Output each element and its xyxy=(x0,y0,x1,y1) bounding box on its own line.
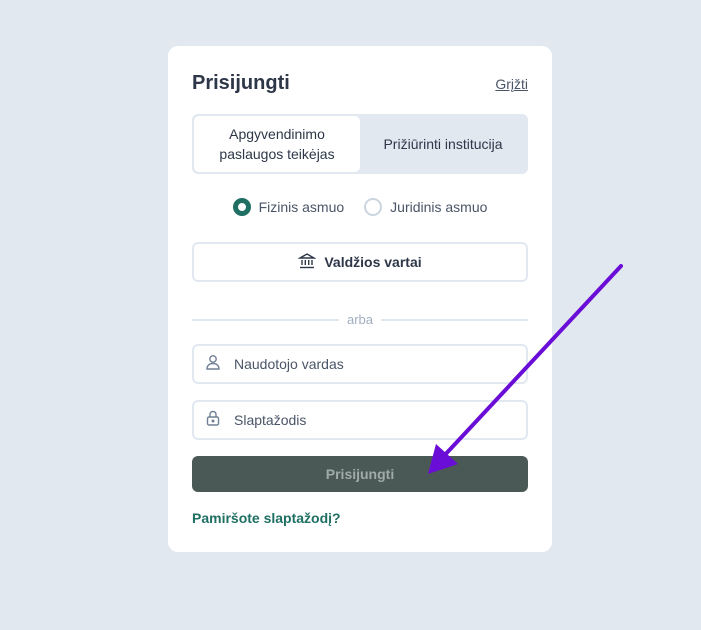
radio-legal-person-label: Juridinis asmuo xyxy=(390,199,488,215)
or-divider: arba xyxy=(192,312,528,327)
radio-unchecked-icon[interactable] xyxy=(364,198,383,216)
gov-gateway-label: Valdžios vartai xyxy=(324,254,422,270)
password-field xyxy=(192,400,528,440)
person-type-group: Fizinis asmuo Juridinis asmuo xyxy=(192,198,528,216)
bank-icon xyxy=(297,252,317,273)
divider-label: arba xyxy=(346,312,374,327)
gov-gateway-button[interactable]: Valdžios vartai xyxy=(192,242,528,282)
radio-natural-person-label: Fizinis asmuo xyxy=(258,199,345,215)
forgot-password-link[interactable]: Pamiršote slaptažodį? xyxy=(192,510,341,526)
username-field xyxy=(192,344,528,384)
login-card: Prisijungti Grįžti Apgyvendinimo paslaug… xyxy=(168,46,552,552)
back-link[interactable]: Grįžti xyxy=(495,76,528,92)
username-input[interactable] xyxy=(232,355,526,373)
divider-line-right xyxy=(381,318,528,321)
lock-icon xyxy=(204,409,222,432)
user-icon xyxy=(204,353,222,376)
page-title: Prisijungti xyxy=(192,72,290,94)
radio-natural-person[interactable]: Fizinis asmuo xyxy=(232,198,345,216)
role-tabs: Apgyvendinimo paslaugos teikėjas Prižiūr… xyxy=(192,114,528,174)
tab-supervising-institution[interactable]: Prižiūrinti institucija xyxy=(360,116,526,172)
login-submit-button[interactable]: Prisijungti xyxy=(192,456,528,492)
login-header: Prisijungti Grįžti xyxy=(192,72,528,95)
radio-checked-icon[interactable] xyxy=(232,198,251,216)
divider-line-left xyxy=(192,318,339,321)
radio-legal-person[interactable]: Juridinis asmuo xyxy=(364,198,487,216)
tab-accommodation-provider[interactable]: Apgyvendinimo paslaugos teikėjas xyxy=(194,116,360,172)
password-input[interactable] xyxy=(232,411,526,429)
